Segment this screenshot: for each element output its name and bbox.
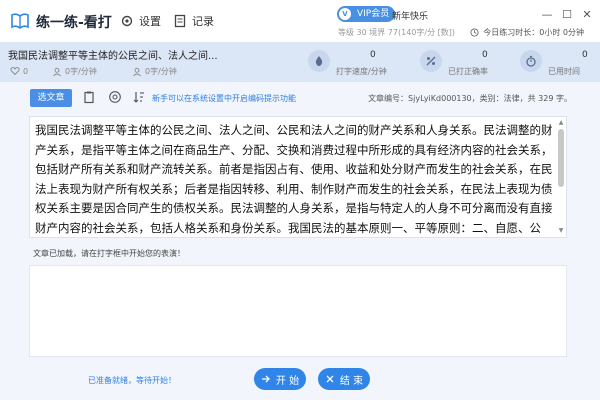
user-level-stats: 等级 30 境界 77(140字/分 [数]) xyxy=(338,28,455,37)
app-title: 练一练-看打 xyxy=(36,15,112,31)
likes-count: 0 xyxy=(23,66,29,76)
stat-icon-wrap xyxy=(420,50,442,72)
status-message: 已准备就绪，等待开始！ xyxy=(88,376,176,385)
stat-icon-wrap xyxy=(520,50,542,72)
clipboard-icon xyxy=(84,91,94,104)
clipboard-button[interactable] xyxy=(80,88,98,106)
article-scrollbar[interactable]: ▲ ▼ xyxy=(557,119,565,235)
document-icon xyxy=(174,14,186,28)
at-sign-icon xyxy=(109,91,121,103)
title-bar: 练一练-看打 设置 记录 V VIP会员 新年快乐 等级 30 境界 77(14… xyxy=(0,0,600,42)
percent-icon xyxy=(426,56,436,66)
accuracy-value: 0 xyxy=(482,50,488,60)
records-label: 记录 xyxy=(192,15,214,28)
vip-icon: V xyxy=(339,8,351,20)
today-practice-label: 今日练习时长：0小时 0分钟 xyxy=(483,28,584,37)
user-icon xyxy=(133,67,141,76)
vip-badge[interactable]: V VIP会员 xyxy=(337,6,396,22)
typing-speed-label: 打字速度/分钟 xyxy=(336,67,387,76)
typing-input[interactable] xyxy=(29,265,567,357)
records-button[interactable]: 记录 xyxy=(173,13,214,29)
speed-b-value: 0字/分钟 xyxy=(145,67,177,76)
typing-speed-stat: 0 打字速度/分钟 xyxy=(308,50,387,76)
loaded-message: 文章已加载，请在打字框中开始您的表演！ xyxy=(33,249,185,258)
article-text-box[interactable]: 我国民法调整平等主体的公民之间、法人之间、公民和法人之间的财产关系和人身关系。民… xyxy=(29,116,567,238)
heart-icon xyxy=(10,67,20,76)
end-button[interactable]: 结 束 xyxy=(318,368,370,390)
vip-label: VIP会员 xyxy=(357,9,390,19)
drop-icon xyxy=(315,56,323,66)
close-button[interactable]: ✕ xyxy=(580,8,594,22)
article-title: 我国民法调整平等主体的公民之间、法人之间... xyxy=(8,51,218,62)
user-icon xyxy=(53,67,61,76)
encoding-tip-link[interactable]: 新手可以在系统设置中开启编码提示功能 xyxy=(152,93,296,104)
maximize-button[interactable]: ☐ xyxy=(560,8,574,22)
close-x-icon xyxy=(326,375,334,383)
gear-icon xyxy=(121,15,133,27)
book-logo-icon xyxy=(11,13,29,29)
article-info: 文章编号：SjyLyiKd000130，类别：法律，共 329 字。 xyxy=(368,94,572,103)
scroll-down-icon[interactable]: ▼ xyxy=(557,227,565,235)
speed-stat-a: 0字/分钟 xyxy=(52,66,97,77)
typing-speed-value: 0 xyxy=(370,50,376,60)
accuracy-label: 已打正确率 xyxy=(448,67,488,76)
time-used-value: 0 xyxy=(582,50,588,60)
sort-icon xyxy=(133,92,144,103)
start-button[interactable]: 开 始 xyxy=(254,368,306,390)
sort-button[interactable] xyxy=(130,88,148,106)
stat-icon-wrap xyxy=(308,50,330,72)
likes-stat[interactable]: 0 xyxy=(10,66,28,76)
arrow-right-icon xyxy=(261,375,270,383)
settings-button[interactable]: 设置 xyxy=(120,13,161,29)
stopwatch-icon xyxy=(526,55,536,67)
start-label: 开 始 xyxy=(275,375,300,387)
speed-a-value: 0字/分钟 xyxy=(65,67,97,76)
accuracy-stat: 0 已打正确率 xyxy=(420,50,488,76)
pick-article-button[interactable]: 选文章 xyxy=(30,89,72,107)
time-used-label: 已用时间 xyxy=(548,67,580,76)
article-text: 我国民法调整平等主体的公民之间、法人之间、公民和法人之间的财产关系和人身关系。民… xyxy=(35,123,553,235)
time-used-stat: 0 已用时间 xyxy=(520,50,588,76)
end-label: 结 束 xyxy=(339,375,364,387)
scroll-up-icon[interactable]: ▲ xyxy=(557,119,565,127)
today-practice-time: 今日练习时长：0小时 0分钟 xyxy=(470,27,584,38)
article-header: 我国民法调整平等主体的公民之间、法人之间... 0 0字/分钟 0字/分钟 0 … xyxy=(0,42,600,82)
scroll-thumb[interactable] xyxy=(558,129,564,187)
greeting-text: 新年快乐 xyxy=(392,12,429,22)
at-button[interactable] xyxy=(106,88,124,106)
settings-label: 设置 xyxy=(139,15,161,28)
speed-stat-b: 0字/分钟 xyxy=(132,66,177,77)
clock-icon xyxy=(470,28,479,37)
minimize-button[interactable]: — xyxy=(540,8,554,22)
